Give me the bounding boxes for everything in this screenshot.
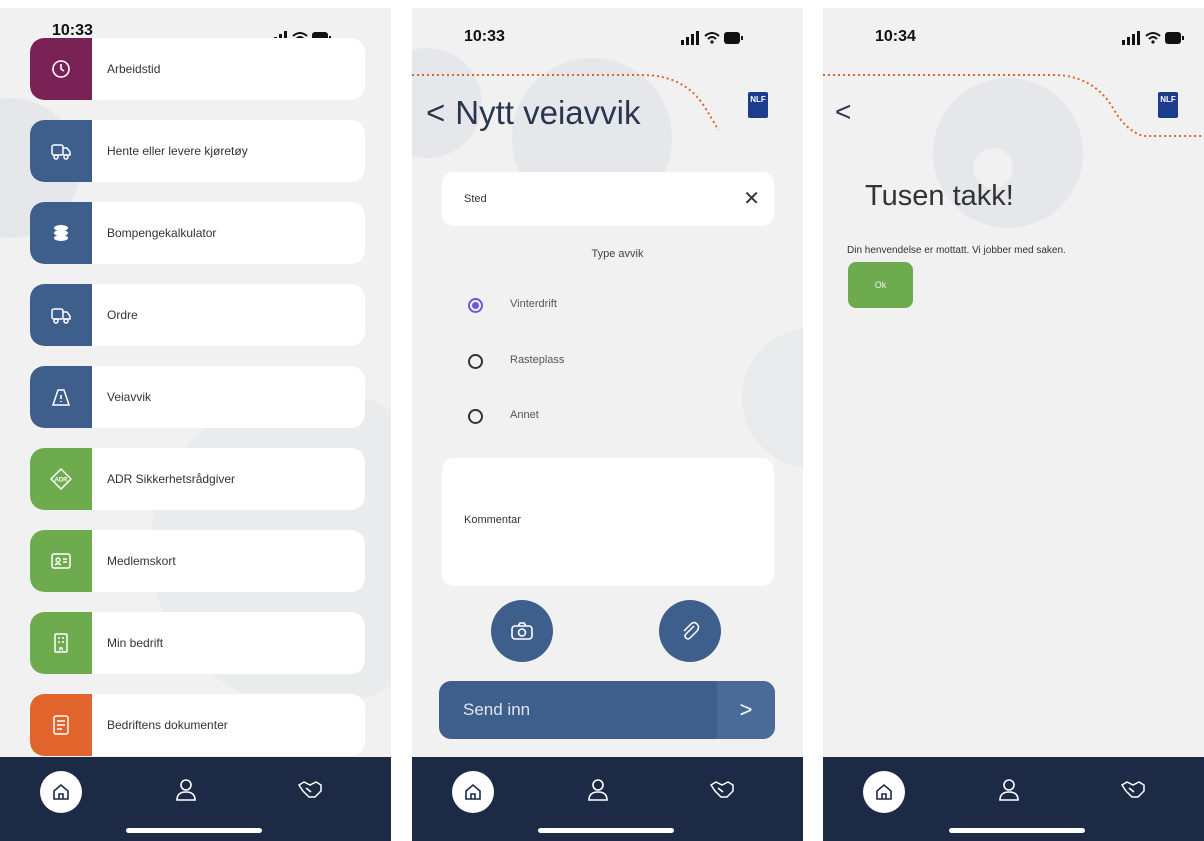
- status-bar: 10:33: [412, 28, 803, 50]
- bottom-nav: [823, 757, 1204, 841]
- menu-item-label: Min bedrift: [107, 636, 164, 650]
- building-icon: [54, 633, 68, 653]
- nlf-logo: NLF: [748, 92, 768, 118]
- id-card-icon: [51, 553, 71, 569]
- status-time: 10:34: [875, 28, 916, 45]
- radio-circle-icon[interactable]: [468, 354, 483, 369]
- back-button[interactable]: <: [426, 94, 445, 131]
- menu-item[interactable]: Veiavvik: [30, 366, 365, 428]
- comment-field[interactable]: Kommentar: [442, 458, 774, 586]
- signal-wifi-battery-icon: [1122, 31, 1184, 45]
- menu-item[interactable]: Arbeidstid: [30, 38, 365, 100]
- menu-item-label: Hente eller levere kjøretøy: [107, 144, 248, 158]
- home-icon: [53, 783, 69, 800]
- handshake-icon[interactable]: [297, 779, 323, 801]
- radio-label: Annet: [510, 409, 539, 421]
- location-field[interactable]: Sted ✕: [442, 172, 774, 226]
- thanks-heading: Tusen takk!: [865, 180, 1014, 212]
- nav-home[interactable]: [863, 771, 905, 813]
- radio-label: Vinterdrift: [510, 298, 557, 310]
- status-bar: 10:34: [823, 28, 1204, 50]
- home-icon: [465, 783, 481, 800]
- nav-home[interactable]: [452, 771, 494, 813]
- menu-item-label: Arbeidstid: [107, 62, 161, 76]
- chevron-right-icon: >: [717, 681, 775, 739]
- profile-icon[interactable]: [998, 777, 1020, 803]
- home-screen: 10:33 Arbeidstid Hente eller levere kjøre…: [0, 8, 391, 841]
- radio-label: Rasteplass: [510, 354, 565, 366]
- menu-item[interactable]: Bompengekalkulator: [30, 202, 365, 264]
- menu-item-label: Ordre: [107, 308, 138, 322]
- radio-option[interactable]: Annet: [468, 407, 668, 427]
- bottom-nav: [0, 757, 391, 841]
- ok-button[interactable]: Ok: [848, 262, 913, 308]
- radio-circle-icon[interactable]: [468, 409, 483, 424]
- attach-button[interactable]: [659, 600, 721, 662]
- menu-item-label: Medlemskort: [107, 554, 176, 568]
- adr-icon: ADR: [50, 468, 72, 490]
- menu-item-label: Bedriftens dokumenter: [107, 718, 228, 732]
- menu-item[interactable]: Medlemskort: [30, 530, 365, 592]
- handshake-icon[interactable]: [1120, 779, 1146, 801]
- back-button[interactable]: <: [835, 96, 851, 128]
- menu-item[interactable]: Bedriftens dokumenter: [30, 694, 365, 756]
- home-indicator: [538, 828, 674, 833]
- handshake-icon[interactable]: [709, 779, 735, 801]
- signal-wifi-battery-icon: [681, 31, 743, 45]
- svg-text:ADR: ADR: [55, 478, 69, 484]
- home-icon: [876, 783, 892, 800]
- menu-item-icon-box: [30, 38, 92, 100]
- home-indicator: [949, 828, 1085, 833]
- camera-icon: [511, 622, 533, 640]
- clear-location-icon[interactable]: ✕: [743, 186, 760, 211]
- paperclip-icon: [683, 621, 700, 640]
- camera-button[interactable]: [491, 600, 553, 662]
- nlf-logo: NLF: [1158, 92, 1178, 118]
- page-title-text: Nytt veiavvik: [455, 94, 641, 131]
- menu-item-icon-box: [30, 120, 92, 182]
- menu-item-icon-box: [30, 530, 92, 592]
- profile-icon[interactable]: [587, 777, 609, 803]
- comment-placeholder: Kommentar: [464, 514, 521, 526]
- coins-icon: [54, 225, 68, 241]
- menu-item-label: Bompengekalkulator: [107, 226, 217, 240]
- menu-item[interactable]: Hente eller levere kjøretøy: [30, 120, 365, 182]
- radio-option[interactable]: Vinterdrift: [468, 296, 668, 316]
- truck-icon: [51, 308, 71, 324]
- submit-button[interactable]: Send inn >: [439, 681, 775, 739]
- menu-item-icon-box: [30, 366, 92, 428]
- bottom-nav: [412, 757, 803, 841]
- document-icon: [53, 715, 69, 735]
- menu-item[interactable]: ADR ADR Sikkerhetsrådgiver: [30, 448, 365, 510]
- menu-item-label: Veiavvik: [107, 390, 152, 404]
- menu-item-icon-box: [30, 284, 92, 346]
- road-warning-icon: [51, 389, 71, 406]
- location-placeholder: Sted: [464, 193, 487, 205]
- menu-item[interactable]: Min bedrift: [30, 612, 365, 674]
- truck-icon: [51, 144, 71, 160]
- page-title: < Nytt veiavvik: [426, 94, 641, 132]
- menu-item-label: ADR Sikkerhetsrådgiver: [107, 472, 236, 486]
- status-time: 10:33: [464, 28, 505, 45]
- home-indicator: [126, 828, 262, 833]
- nav-home[interactable]: [40, 771, 82, 813]
- menu-item[interactable]: Ordre: [30, 284, 365, 346]
- menu-item-icon-box: [30, 694, 92, 756]
- menu-item-icon-box: [30, 202, 92, 264]
- menu-item-icon-box: [30, 612, 92, 674]
- radio-option[interactable]: Rasteplass: [468, 352, 668, 372]
- radio-circle-icon[interactable]: [468, 298, 483, 313]
- new-road-issue-screen: 10:33 < Nytt veiavvik NLF Sted ✕ Type avv…: [412, 8, 803, 841]
- profile-icon[interactable]: [175, 777, 197, 803]
- clock-icon: [52, 60, 70, 78]
- issue-type-label: Type avvik: [591, 248, 644, 260]
- confirmation-message: Din henvendelse er mottatt. Vi jobber me…: [847, 245, 1066, 256]
- submit-label: Send inn: [463, 700, 531, 719]
- menu-item-icon-box: ADR: [30, 448, 92, 510]
- thanks-screen: 10:34 < NLF Tusen takk! Din henvendelse …: [823, 8, 1204, 841]
